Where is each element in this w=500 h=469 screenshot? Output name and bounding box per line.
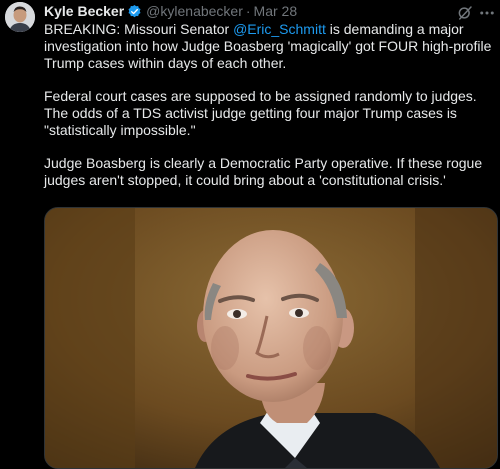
author-avatar[interactable] — [5, 2, 35, 32]
tweet-paragraph-1: BREAKING: Missouri Senator @Eric_Schmitt… — [44, 21, 494, 72]
more-options-icon[interactable] — [478, 4, 496, 22]
tweet-header: Kyle Becker @kylenabecker · Mar 28 — [44, 2, 297, 20]
author-handle[interactable]: @kylenabecker — [146, 3, 243, 19]
mention-link[interactable]: @Eric_Schmitt — [233, 21, 326, 37]
tweet-date[interactable]: Mar 28 — [254, 3, 298, 19]
grok-icon[interactable] — [456, 4, 474, 22]
portrait-photo — [45, 208, 497, 468]
tweet[interactable]: Kyle Becker @kylenabecker · Mar 28 BREAK… — [0, 0, 500, 469]
tweet-paragraph-3: Judge Boasberg is clearly a Democratic P… — [44, 155, 483, 188]
verified-badge-icon — [127, 4, 142, 19]
avatar-photo — [5, 2, 35, 32]
author-display-name[interactable]: Kyle Becker — [44, 3, 124, 19]
tweet-text-p1-before: BREAKING: Missouri Senator — [44, 21, 234, 37]
separator-dot: · — [245, 3, 251, 19]
tweet-text: BREAKING: Missouri Senator @Eric_Schmitt… — [44, 21, 494, 205]
tweet-paragraph-2: Federal court cases are supposed to be a… — [44, 88, 477, 138]
tweet-media-photo[interactable] — [44, 207, 498, 469]
